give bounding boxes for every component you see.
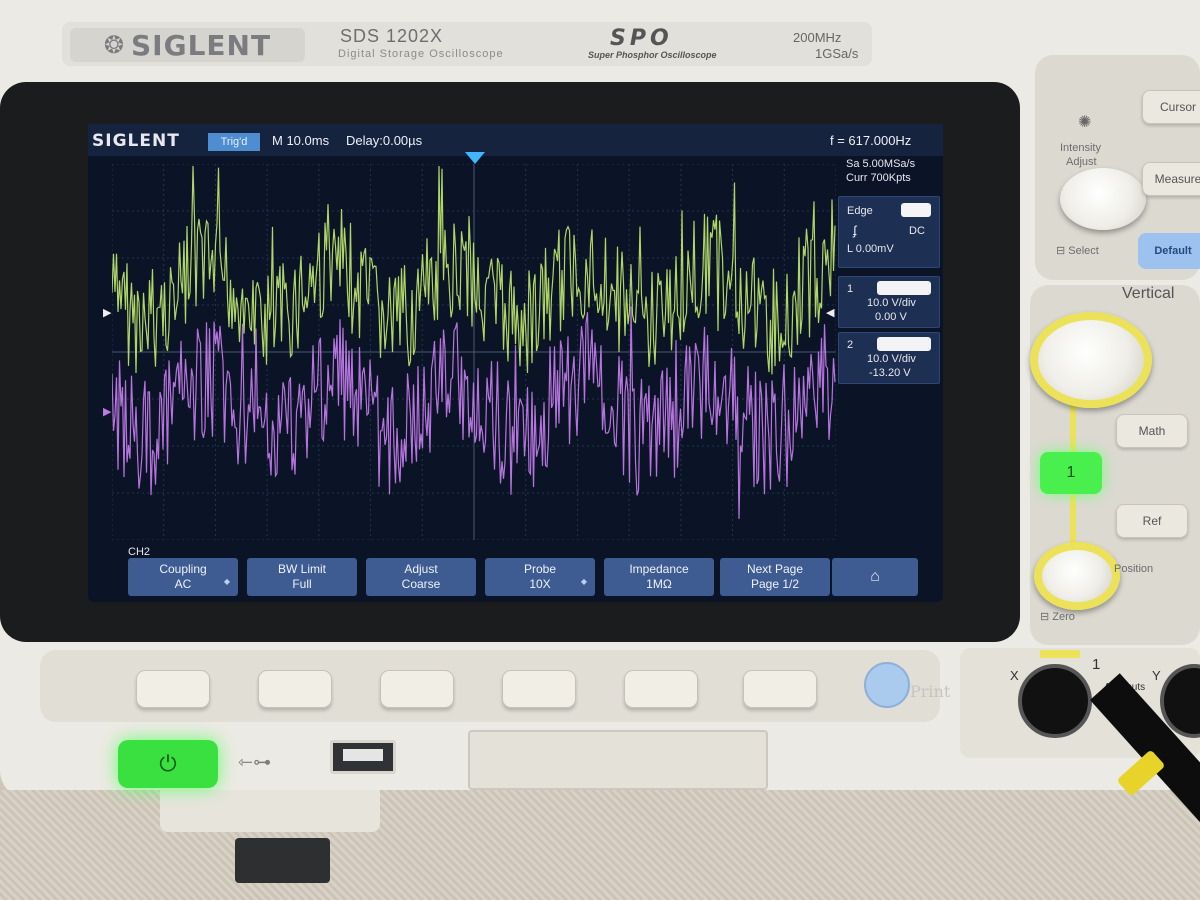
trigger-level-marker-icon: ◀ — [826, 307, 835, 319]
softkey-3-title: Adjust — [404, 562, 438, 576]
siglent-logo: ❂ SIGLENT — [70, 28, 305, 62]
channel-2-scale: 10.0 V/div — [867, 353, 916, 365]
input-channel-label: 1 — [1092, 656, 1101, 673]
sample-rate-readout: Sa 5.00MSa/s — [846, 158, 916, 170]
trigger-info-box[interactable]: Edge ʄ DC L 0.00mV — [838, 196, 940, 268]
siglent-swirl-icon: ❂ — [103, 31, 126, 59]
memory-depth-readout: Curr 700Kpts — [846, 172, 911, 184]
y-input-label: Y — [1152, 668, 1161, 683]
softkey-3[interactable]: Adjust Coarse — [366, 558, 476, 596]
power-button[interactable]: ⏻ — [118, 740, 218, 788]
info-side-panel: Sa 5.00MSa/s Curr 700Kpts Edge ʄ DC L 0.… — [838, 156, 940, 546]
softkey-button-4[interactable] — [502, 670, 576, 708]
softkey-5[interactable]: Impedance 1MΩ — [604, 558, 714, 596]
channel-1-offset-marker-icon: ▶ — [103, 307, 112, 319]
softkey-3-value: Coarse — [401, 577, 441, 591]
softkey-button-2[interactable] — [258, 670, 332, 708]
frequency-readout: f = 617.000Hz — [830, 133, 912, 148]
menu-channel-label: CH2 — [128, 546, 151, 558]
channel-1-scale: 10.0 V/div — [867, 297, 916, 309]
home-menu-icon[interactable]: ⌂ — [832, 558, 918, 596]
channel-1-color-tab — [1040, 650, 1080, 658]
spo-subtitle: Super Phosphor Oscilloscope — [588, 50, 717, 60]
channel-1-bnc-connector[interactable] — [1018, 664, 1092, 738]
position-label: Position — [1114, 563, 1154, 575]
channel-1-position-knob[interactable] — [1034, 542, 1120, 610]
timebase-readout: M 10.0ms — [272, 133, 330, 148]
measure-button[interactable]: Measure — [1142, 162, 1200, 196]
spo-logo: SPO — [610, 26, 673, 51]
math-button[interactable]: Math — [1116, 414, 1188, 448]
softkey-1-value: AC — [174, 577, 192, 591]
softkey-6-title: Next Page — [746, 562, 804, 576]
cursors-button[interactable]: Cursor — [1142, 90, 1200, 124]
channel-1-button[interactable]: 1 — [1040, 452, 1102, 494]
screen-logo: SIGLENT — [92, 131, 180, 151]
waveform-display — [112, 164, 836, 540]
softkey-2-value: Full — [292, 577, 312, 591]
print-button[interactable] — [864, 662, 910, 708]
usb-icon: ⇽⊶ — [238, 752, 272, 772]
channel-2-number: 2 — [847, 339, 854, 351]
channel-1-volts-div-knob[interactable] — [1030, 312, 1152, 408]
model-subtitle: Digital Storage Oscilloscope — [338, 48, 504, 60]
zero-label: ⊟ Zero — [1040, 611, 1075, 623]
softkey-4-title: Probe — [523, 562, 557, 576]
softkey-1-title: Coupling — [159, 562, 207, 576]
bandwidth-spec: 200MHz — [793, 30, 842, 45]
channel-1-chip — [877, 281, 931, 295]
siglent-logo-text: SIGLENT — [131, 28, 272, 62]
channel-2-offset-marker-icon: ▶ — [103, 406, 112, 418]
softkey-4[interactable]: Probe 10X ◆ — [485, 558, 595, 596]
softkey-1[interactable]: Coupling AC ◆ — [128, 558, 238, 596]
softkey-4-arrow-icon: ◆ — [580, 577, 587, 586]
softkey-2[interactable]: BW Limit Full — [247, 558, 357, 596]
channel-2-offset: -13.20 V — [869, 367, 911, 379]
intensity-icon: ✺ — [1078, 114, 1092, 131]
trigger-position-marker-icon — [465, 152, 485, 164]
softkey-button-3[interactable] — [380, 670, 454, 708]
trigger-status-badge: Trig'd — [208, 133, 260, 151]
vertical-section-label: Vertical — [1122, 285, 1175, 302]
trigger-source-chip — [901, 203, 931, 217]
softkey-5-title: Impedance — [629, 562, 689, 576]
trigger-type: Edge — [847, 205, 873, 217]
sample-rate-spec: 1GSa/s — [815, 46, 859, 61]
adjust-label: Adjust — [1066, 156, 1097, 168]
usb-port[interactable] — [330, 740, 396, 774]
graticule — [112, 164, 836, 540]
select-label: ⊟ Select — [1056, 245, 1099, 257]
softkey-1-arrow-icon: ◆ — [223, 577, 230, 586]
intensity-label: Intensity — [1060, 142, 1101, 154]
softkey-button-6[interactable] — [743, 670, 817, 708]
model-name: SDS 1202X — [340, 26, 444, 46]
print-label: Print — [910, 682, 951, 701]
softkey-4-value: 10X — [529, 577, 551, 591]
softkey-6[interactable]: Next Page Page 1/2 — [720, 558, 830, 596]
power-icon: ⏻ — [159, 751, 177, 776]
channel-1-info-box[interactable]: 1 10.0 V/div 0.00 V — [838, 276, 940, 328]
x-input-label: X — [1010, 668, 1019, 683]
channel-1-offset: 0.00 V — [875, 311, 907, 323]
softkey-button-5[interactable] — [624, 670, 698, 708]
rising-edge-icon: ʄ — [853, 223, 857, 238]
channel-2-info-box[interactable]: 2 10.0 V/div -13.20 V — [838, 332, 940, 384]
delay-readout: Delay:0.00µs — [346, 133, 423, 148]
softkey-2-title: BW Limit — [278, 562, 326, 576]
softkey-6-value: Page 1/2 — [750, 577, 800, 591]
front-foot — [160, 790, 380, 832]
channel-1-number: 1 — [847, 283, 854, 295]
ref-button[interactable]: Ref — [1116, 504, 1188, 538]
softkey-5-value: 1MΩ — [646, 577, 672, 591]
adjust-knob[interactable] — [1060, 168, 1146, 230]
trigger-level: L 0.00mV — [847, 243, 894, 255]
carry-handle-slot — [468, 730, 768, 790]
rear-foot — [235, 838, 330, 883]
softkey-button-1[interactable] — [136, 670, 210, 708]
default-button[interactable]: Default — [1138, 233, 1200, 269]
trigger-coupling: DC — [909, 225, 925, 237]
channel-2-chip — [877, 337, 931, 351]
